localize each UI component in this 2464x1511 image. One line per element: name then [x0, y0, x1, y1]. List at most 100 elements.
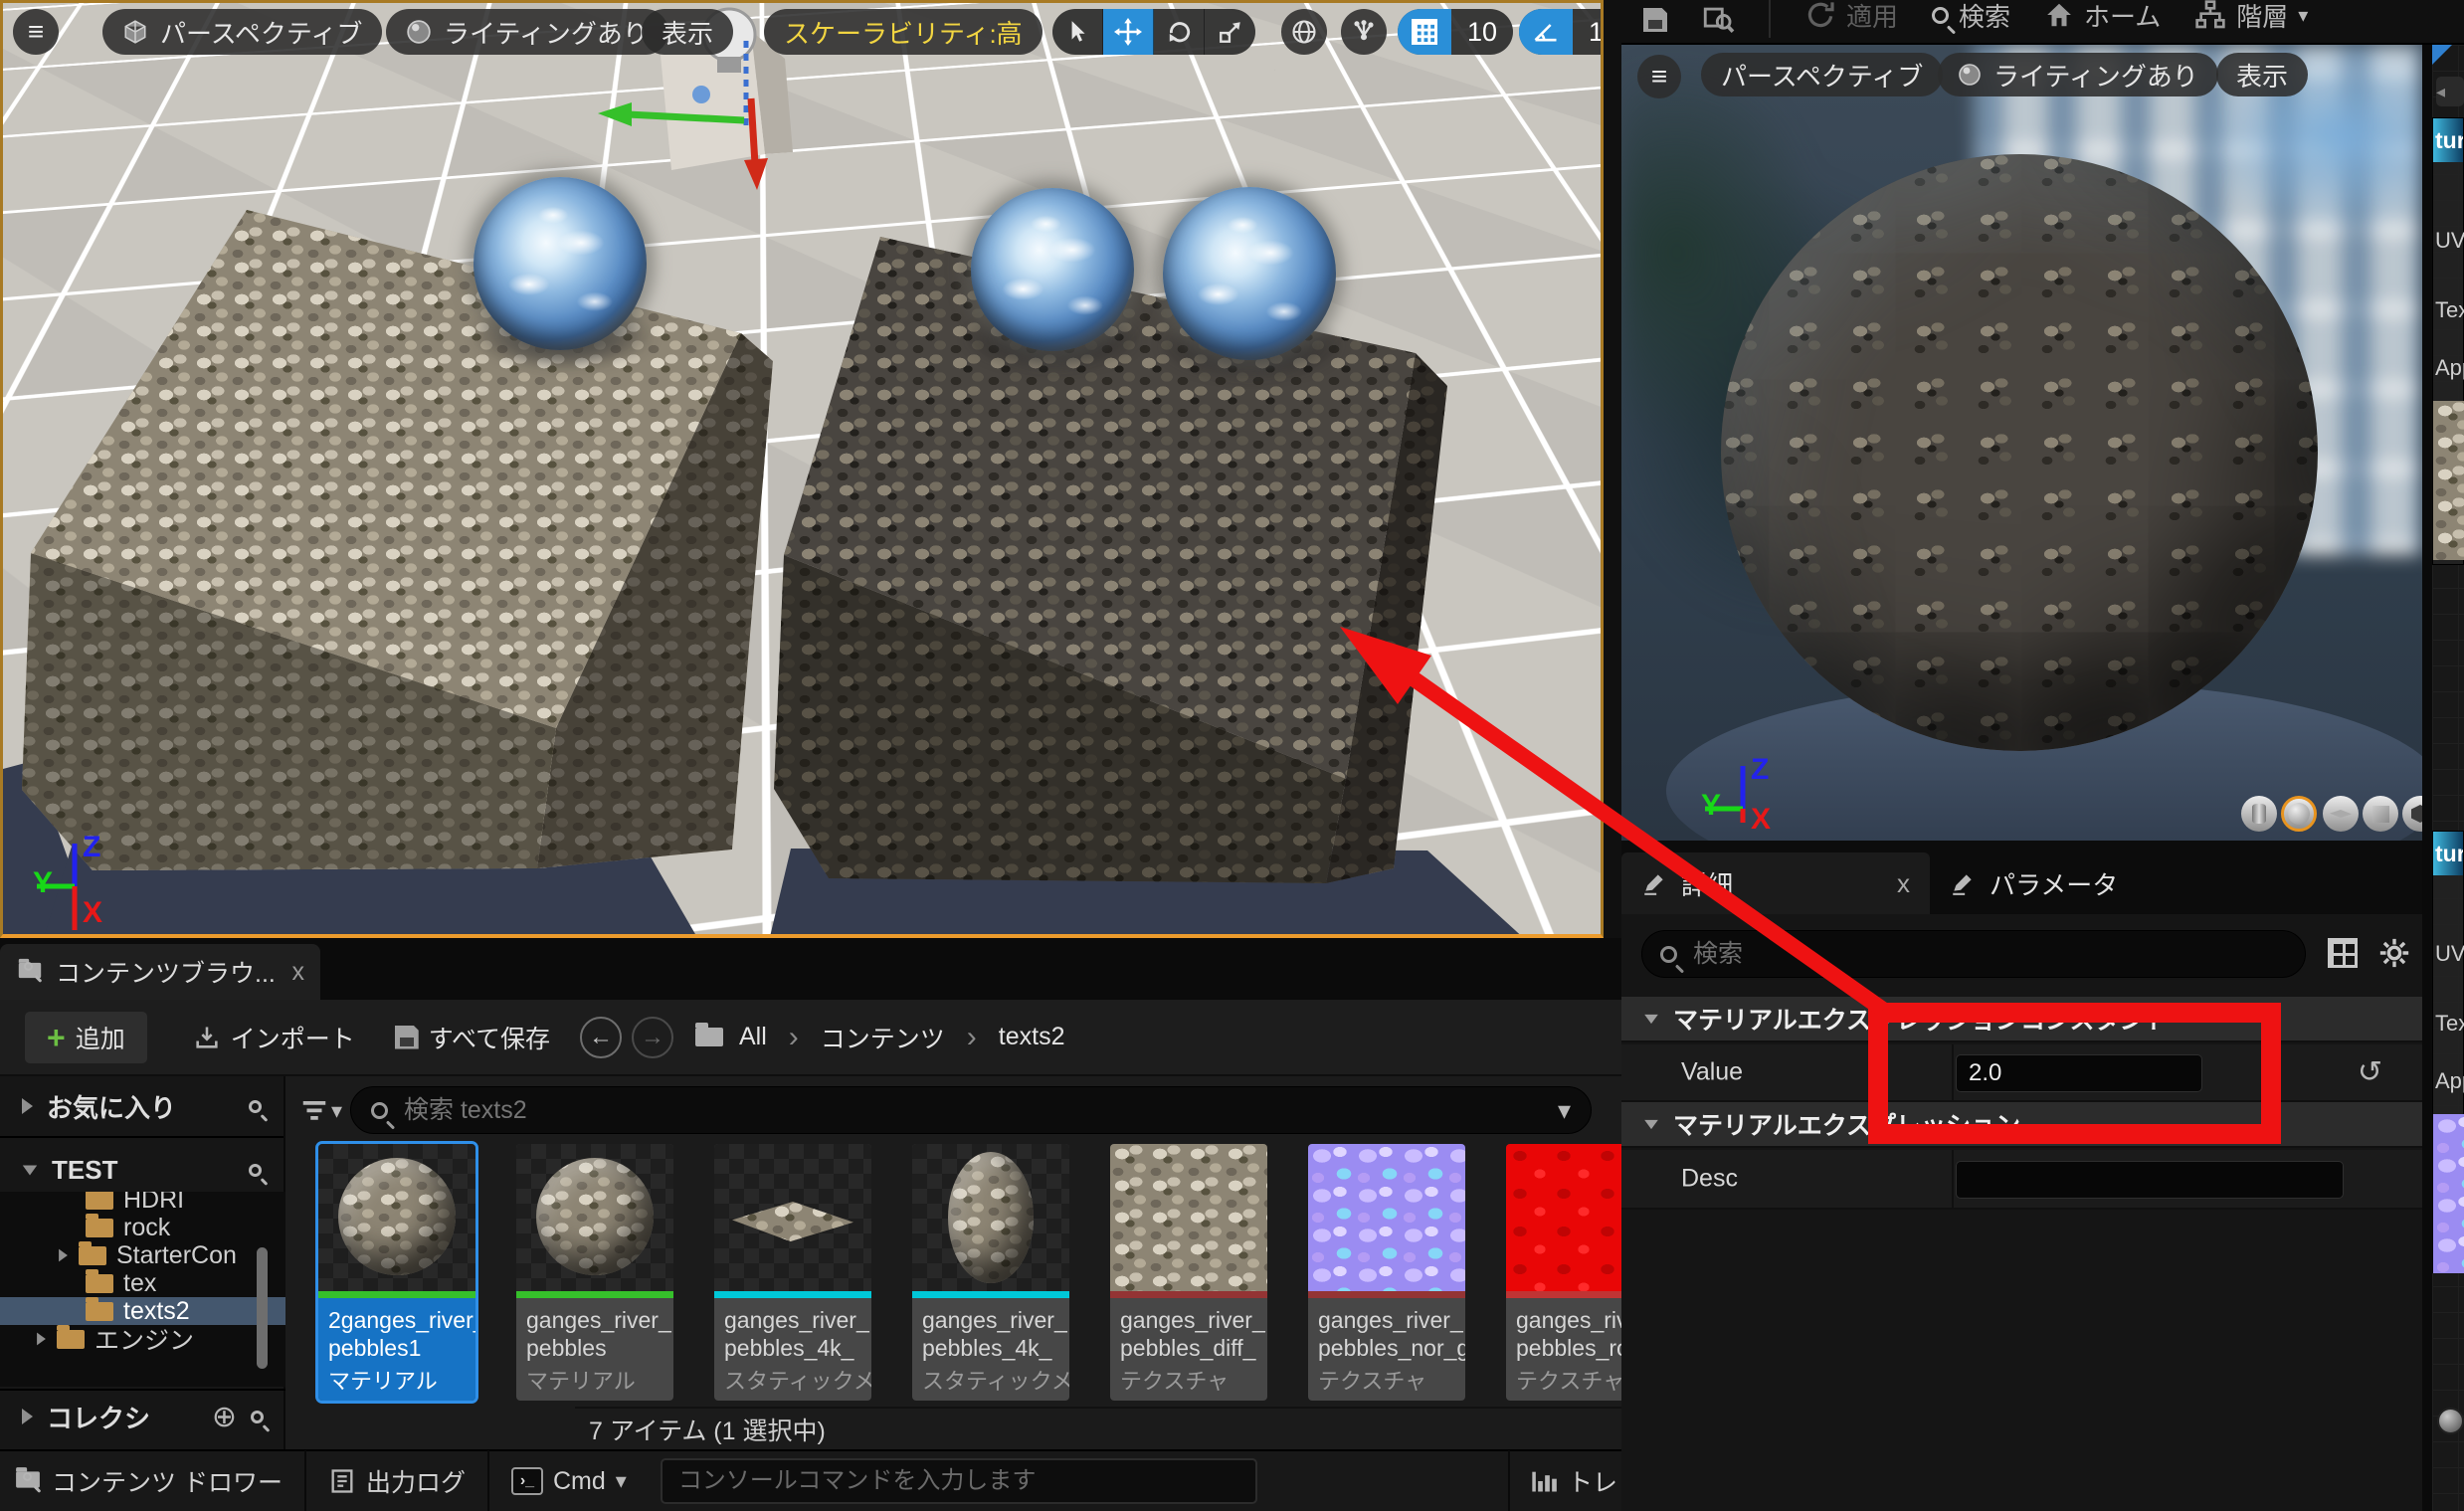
cube-icon — [122, 19, 148, 45]
save-all-button[interactable]: すべて保存 — [395, 1020, 550, 1055]
angle-snap-value[interactable]: 10° — [1573, 9, 1604, 55]
desc-input[interactable] — [1956, 1161, 2344, 1199]
favorites-section[interactable]: お気に入り — [0, 1082, 284, 1130]
axis-y-label: Y — [33, 866, 53, 900]
content-drawer-button[interactable]: コンテンツ ドロワー — [14, 1463, 283, 1499]
texture-sample-node-1[interactable]: tur UVs Tex App — [2432, 117, 2464, 565]
level-viewport[interactable]: ≡ パースペクティブ ライティングあり 表示 スケーラビリティ:高 — [0, 0, 1604, 938]
node-pin-uvs[interactable]: UVs — [2435, 228, 2464, 254]
tree-item-tex[interactable]: tex — [0, 1269, 285, 1297]
node-pin-uvs[interactable]: UVs — [2435, 941, 2464, 967]
preview-show-button[interactable]: 表示 — [2216, 53, 2308, 96]
preview-shape-cylinder-button[interactable] — [2241, 796, 2277, 832]
scale-tool-button[interactable] — [1205, 9, 1255, 55]
asset-tile-material-selected[interactable]: 2ganges_river_pebbles1 マテリアル — [318, 1144, 475, 1401]
search-graph-button[interactable]: 検索 — [1932, 0, 2010, 34]
search-chevron-icon[interactable]: ▾ — [1558, 1095, 1571, 1126]
tree-item-hdri[interactable]: HDRI — [0, 1192, 285, 1214]
node-pin-app[interactable]: App — [2435, 355, 2464, 381]
asset-tile-texture-diffuse[interactable]: ganges_river_pebbles_diff_ テクスチャ — [1110, 1144, 1267, 1401]
dock-triangle — [2432, 45, 2452, 65]
breadcrumb-current-folder[interactable]: texts2 — [999, 1023, 1065, 1051]
select-tool-button[interactable] — [1052, 9, 1103, 55]
settings-gear-icon[interactable] — [2377, 936, 2411, 970]
show-flags-button[interactable]: 表示 — [642, 9, 733, 55]
tab-parameters[interactable]: パラメータ — [1930, 852, 2138, 914]
material-preview-viewport[interactable]: ≡ パースペクティブ ライティングあり 表示 Z Y X — [1621, 45, 2422, 841]
material-graph-panel[interactable]: ◂ tur UVs Tex App tur UVs Tex App — [2432, 45, 2464, 1511]
move-tool-button[interactable] — [1103, 9, 1154, 55]
lit-mode-button[interactable]: ライティングあり — [386, 9, 668, 55]
asset-tile-staticmesh-plane[interactable]: ganges_river_pebbles_4k_ スタティックメッ... — [714, 1144, 871, 1401]
surface-snapping-button[interactable] — [1341, 9, 1387, 55]
trace-button[interactable]: トレ — [1530, 1463, 1617, 1499]
panel-divider[interactable] — [2422, 45, 2432, 1511]
material-preview-sphere[interactable] — [1721, 154, 2318, 751]
preview-menu-button[interactable]: ≡ — [1637, 55, 1681, 98]
show-label: 表示 — [662, 14, 713, 51]
asset-tile-staticmesh-rock[interactable]: ganges_river_pebbles_4k_ スタティックメッ... — [912, 1144, 1069, 1401]
scalability-button[interactable]: スケーラビリティ:高 — [764, 9, 1042, 55]
back-button[interactable]: ← — [580, 1017, 622, 1058]
filter-icon[interactable] — [299, 1096, 329, 1126]
grid-snap-toggle[interactable] — [1398, 9, 1451, 55]
search-icon[interactable] — [249, 1164, 262, 1177]
browse-to-asset-icon[interactable] — [1701, 2, 1735, 36]
forward-button[interactable]: → — [632, 1017, 673, 1058]
angle-snap-toggle[interactable] — [1519, 9, 1573, 55]
world-coordinate-button[interactable] — [1281, 9, 1327, 55]
preview-shape-cube-button[interactable] — [2363, 796, 2398, 832]
category-material-expression[interactable]: マテリアルエクスプレッション — [1621, 1102, 2422, 1148]
asset-tile-material[interactable]: ganges_river_pebbles マテリアル — [516, 1144, 673, 1401]
node-pin-app[interactable]: App — [2435, 1068, 2464, 1094]
preview-perspective-button[interactable]: パースペクティブ — [1701, 53, 1943, 96]
breadcrumb-root[interactable]: All — [739, 1023, 767, 1051]
grid-snap-value[interactable]: 10 — [1451, 9, 1513, 55]
console-command-input[interactable] — [676, 1466, 1241, 1496]
scalability-label: スケーラビリティ:高 — [784, 14, 1023, 51]
preview-shape-sphere-button[interactable] — [2281, 796, 2317, 832]
viewport-menu-button[interactable]: ≡ — [13, 9, 59, 55]
table-view-icon[interactable] — [2328, 938, 2358, 968]
filter-chevron-icon[interactable]: ▾ — [331, 1098, 342, 1124]
apply-button[interactable]: 適用 — [1804, 0, 1898, 34]
hierarchy-button[interactable]: 階層 ▾ — [2194, 0, 2308, 34]
close-icon[interactable]: x — [292, 958, 305, 987]
add-button[interactable]: + 追加 — [25, 1012, 147, 1063]
search-icon[interactable] — [251, 1411, 264, 1423]
collections-section[interactable]: コレクシ ⊕ — [0, 1393, 285, 1440]
asset-tile-texture-roughness[interactable]: ganges_rivpebbles_ro テクスチャ — [1506, 1144, 1621, 1401]
asset-name: ganges_river_pebbles_4k_ — [912, 1298, 1069, 1362]
details-search-input[interactable] — [1691, 939, 2287, 970]
tree-item-engine[interactable]: エンジン — [0, 1325, 285, 1353]
revert-icon[interactable]: ↺ — [2358, 1055, 2382, 1090]
node-pin-tex[interactable]: Tex — [2435, 1011, 2464, 1037]
tree-item-startercontent[interactable]: StarterCon — [0, 1241, 285, 1269]
tree-scrollbar[interactable] — [257, 1247, 268, 1369]
preview-shape-plane-button[interactable] — [2323, 796, 2359, 832]
test-source-section[interactable]: TEST — [0, 1146, 284, 1194]
tree-item-rock[interactable]: rock — [0, 1214, 285, 1241]
asset-tile-texture-normal[interactable]: ganges_river_pebbles_nor_gl テクスチャ — [1308, 1144, 1465, 1401]
search-icon[interactable] — [249, 1100, 262, 1113]
texture-sample-node-2[interactable]: tur UVs Tex App — [2432, 831, 2464, 1273]
import-button[interactable]: インポート — [193, 1020, 355, 1055]
value-input[interactable] — [1956, 1054, 2202, 1092]
rotate-tool-button[interactable] — [1154, 9, 1205, 55]
asset-search-input[interactable] — [402, 1095, 1544, 1126]
save-icon[interactable] — [1643, 8, 1667, 32]
breadcrumb-content[interactable]: コンテンツ — [821, 1020, 945, 1055]
chrome-sphere-middle[interactable] — [971, 188, 1134, 351]
output-log-button[interactable]: 出力ログ — [328, 1463, 466, 1499]
cmd-console-selector[interactable]: ›_ Cmd ▾ — [511, 1467, 627, 1496]
node-pin-tex[interactable]: Tex — [2435, 297, 2464, 323]
category-material-expression-constant[interactable]: マテリアルエクスプレッションコンスタント — [1621, 997, 2422, 1042]
content-browser-tab[interactable]: コンテンツブラウ... x — [0, 944, 320, 1000]
add-collection-icon[interactable]: ⊕ — [212, 1400, 237, 1434]
close-icon[interactable]: x — [1897, 868, 1910, 899]
perspective-button[interactable]: パースペクティブ — [102, 9, 382, 55]
tab-details[interactable]: 詳細 x — [1621, 852, 1930, 914]
home-button[interactable]: ホーム — [2044, 0, 2161, 34]
chrome-sphere-right[interactable] — [1163, 187, 1336, 360]
preview-lit-button[interactable]: ライティングあり — [1938, 53, 2218, 96]
